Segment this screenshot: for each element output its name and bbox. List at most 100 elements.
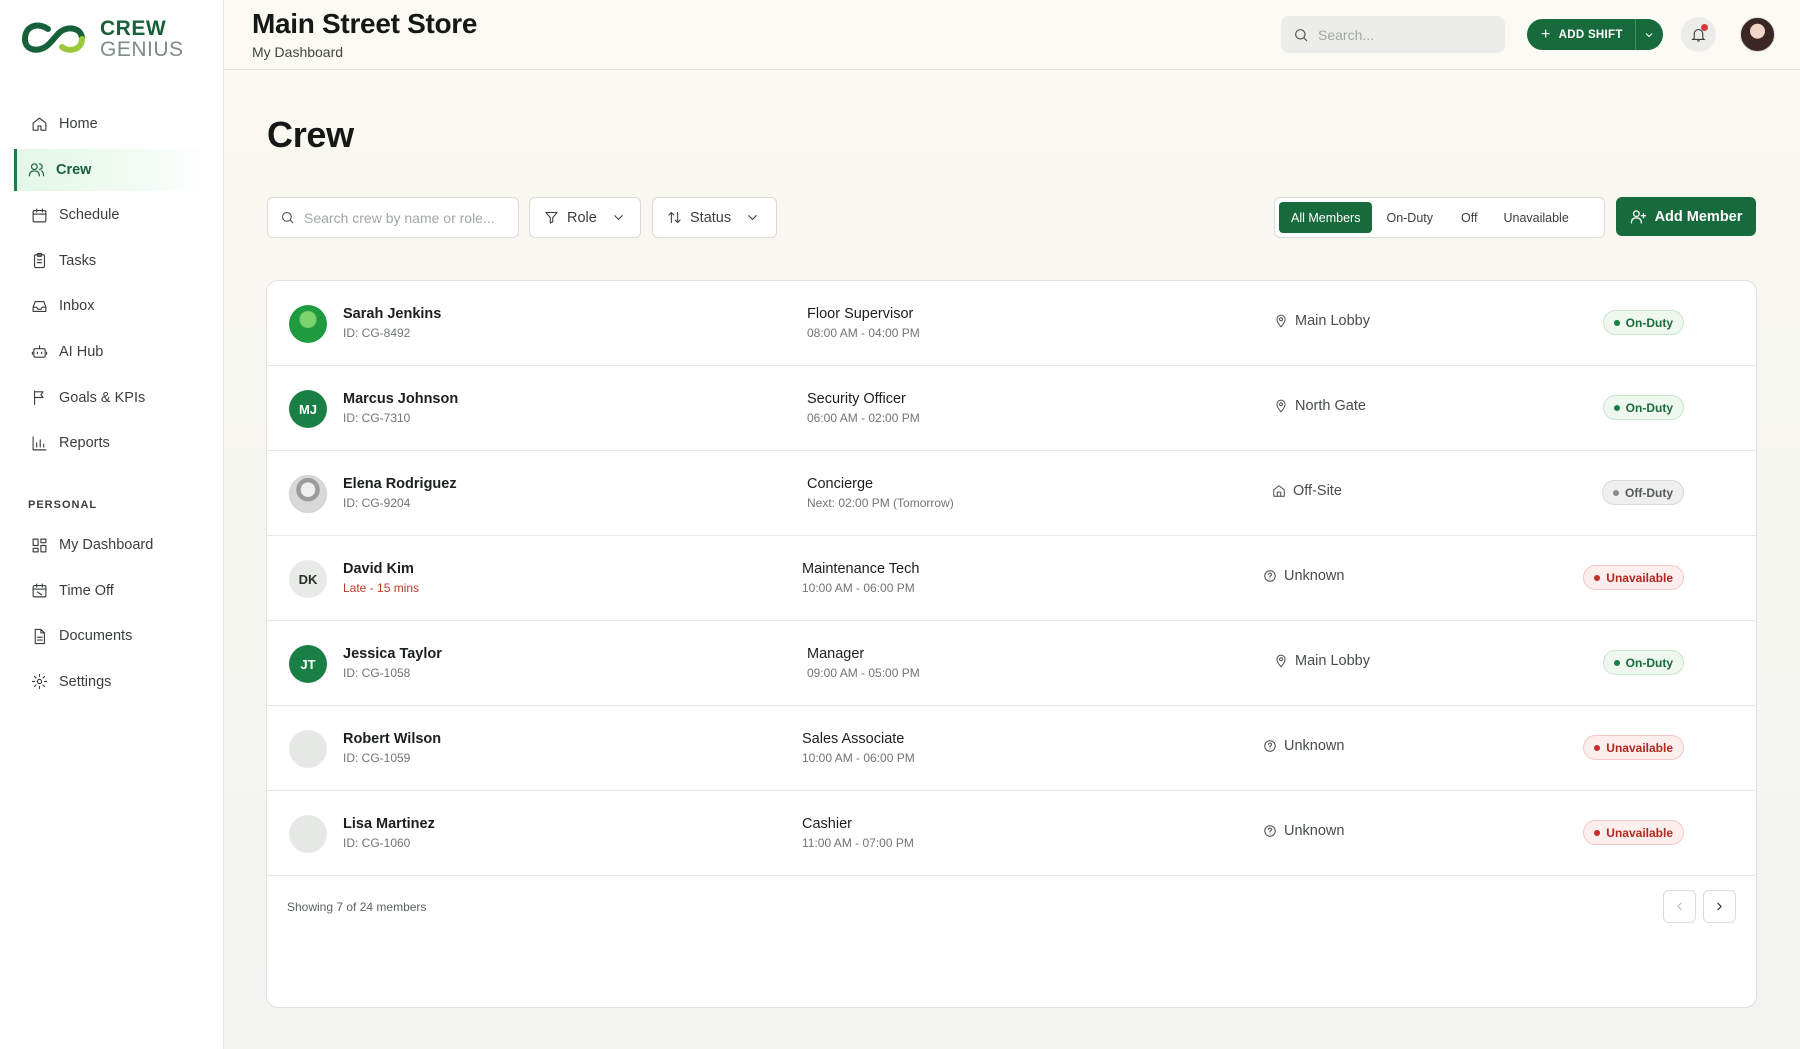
status-badge: On-Duty (1602, 395, 1684, 420)
status-badge: Off-Duty (1602, 480, 1684, 505)
add-member-button[interactable]: Add Member (1616, 197, 1756, 236)
member-role: Security Officer (807, 391, 906, 407)
sidebar-item-my-dashboard[interactable]: My Dashboard (14, 524, 210, 566)
member-location: Main Lobby (1274, 653, 1370, 669)
table-footer: Showing 7 of 24 members (267, 876, 1756, 938)
calendar-icon (32, 208, 47, 223)
avatar (289, 730, 327, 768)
segment-unavailable[interactable]: Unavailable (1491, 202, 1580, 233)
global-search (1281, 16, 1505, 53)
member-name: Elena Rodriguez (343, 476, 457, 492)
member-role: Manager (807, 646, 865, 662)
table-row[interactable]: Sarah Jenkins ID: CG-8492 Floor Supervis… (267, 281, 1756, 366)
global-search-input[interactable] (1318, 26, 1488, 43)
document-icon (34, 628, 46, 644)
crew-search (267, 197, 519, 238)
sidebar-item-label: Time Off (59, 582, 114, 599)
status-badge: Unavailable (1583, 565, 1684, 590)
sidebar-item-label: Settings (59, 673, 112, 690)
status-filter-dropdown[interactable]: Status (652, 197, 777, 238)
top-header: Main Street Store My Dashboard + ADD SHI… (224, 0, 1800, 70)
search-icon (1295, 28, 1308, 41)
sidebar-section-personal: PERSONAL (28, 499, 98, 511)
sidebar-item-documents[interactable]: Documents (14, 615, 210, 657)
page-title: Crew (267, 114, 354, 155)
segment-on-duty[interactable]: On-Duty (1372, 202, 1447, 233)
user-avatar[interactable] (1740, 17, 1775, 52)
avatar (289, 305, 327, 343)
inbox-icon (32, 300, 47, 312)
crew-genius-logo-icon (22, 22, 85, 53)
segment-off[interactable]: Off (1447, 202, 1491, 233)
segment-all-members[interactable]: All Members (1279, 202, 1373, 233)
avatar: MJ (289, 390, 327, 428)
member-location: Main Lobby (1274, 313, 1370, 329)
avatar (289, 815, 327, 853)
sidebar-item-label: Inbox (59, 298, 95, 315)
sidebar-item-reports[interactable]: Reports (14, 422, 210, 464)
sidebar-item-crew[interactable]: Crew (14, 148, 210, 191)
avatar: JT (289, 645, 327, 683)
chevron-right-icon (1717, 902, 1722, 911)
users-icon (28, 163, 45, 177)
member-role: Maintenance Tech (802, 561, 920, 577)
status-badge: On-Duty (1602, 650, 1684, 675)
brand-name-line1: CREW (100, 17, 167, 40)
sidebar-item-tasks[interactable]: Tasks (14, 240, 210, 282)
question-circle-icon (1264, 570, 1276, 582)
notification-dot (1701, 24, 1708, 31)
store-title: Main Street Store (252, 8, 478, 39)
previous-page-button[interactable] (1663, 890, 1696, 923)
chevron-left-icon (1677, 902, 1682, 911)
member-location: Unknown (1263, 738, 1344, 754)
add-shift-label: ADD SHIFT (1558, 28, 1623, 41)
add-member-label: Add Member (1654, 208, 1743, 225)
member-id: ID: CG-1058 (343, 666, 411, 680)
sidebar-item-goals[interactable]: Goals & KPIs (14, 377, 210, 419)
table-row[interactable]: DK David Kim Late - 15 mins Maintenance … (267, 536, 1756, 621)
member-id: ID: CG-1060 (343, 836, 411, 850)
sidebar-item-inbox[interactable]: Inbox (14, 285, 210, 327)
main-content: Crew Role Status All Members On-Duty Off… (224, 70, 1800, 1049)
brand-logo[interactable]: CREW GENIUS (20, 16, 184, 62)
crew-table: Sarah Jenkins ID: CG-8492 Floor Supervis… (266, 280, 1757, 1008)
grid-icon (32, 538, 47, 552)
map-pin-icon (1276, 314, 1286, 328)
add-shift-dropdown-button[interactable] (1634, 19, 1663, 50)
next-page-button[interactable] (1703, 890, 1736, 923)
crew-search-input[interactable] (304, 209, 509, 226)
member-id: ID: CG-8492 (343, 326, 411, 340)
notifications-button[interactable] (1681, 17, 1716, 52)
table-row[interactable]: Robert Wilson ID: CG-1059 Sales Associat… (267, 706, 1756, 791)
sidebar-item-ai-hub[interactable]: AI Hub (14, 331, 210, 373)
chevron-down-icon (614, 215, 623, 220)
role-filter-dropdown[interactable]: Role (529, 197, 641, 238)
question-circle-icon (1264, 740, 1276, 752)
add-shift-button[interactable]: + ADD SHIFT (1527, 19, 1635, 50)
avatar (289, 475, 327, 513)
table-row[interactable]: JT Jessica Taylor ID: CG-1058 Manager 09… (267, 621, 1756, 706)
store-subtitle: My Dashboard (252, 44, 344, 60)
member-id: ID: CG-1059 (343, 751, 411, 765)
status-filter-label: Status (690, 209, 732, 226)
sidebar-personal-nav: My Dashboard Time Off Documents Settings (14, 524, 210, 706)
table-row[interactable]: MJ Marcus Johnson ID: CG-7310 Security O… (267, 366, 1756, 451)
chevron-down-icon (748, 215, 757, 220)
table-row[interactable]: Lisa Martinez ID: CG-1060 Cashier 11:00 … (267, 791, 1756, 876)
table-row[interactable]: Elena Rodriguez ID: CG-9204 Concierge Ne… (267, 451, 1756, 536)
sidebar-item-time-off[interactable]: Time Off (14, 570, 210, 612)
member-name: Jessica Taylor (343, 646, 442, 662)
chevron-down-icon (1645, 32, 1653, 37)
robot-icon (31, 345, 48, 359)
sidebar: CREW GENIUS Home Crew Schedule Tasks Inb… (0, 0, 224, 1049)
home-icon (32, 117, 47, 131)
member-shift-time: Next: 02:00 PM (Tomorrow) (807, 496, 954, 510)
member-name: David Kim (343, 561, 414, 577)
sidebar-item-schedule[interactable]: Schedule (14, 194, 210, 236)
sidebar-item-label: Documents (59, 628, 133, 645)
member-location: North Gate (1274, 398, 1366, 414)
member-shift-time: 08:00 AM - 04:00 PM (807, 326, 920, 340)
sidebar-item-home[interactable]: Home (14, 103, 210, 145)
sidebar-item-settings[interactable]: Settings (14, 661, 210, 703)
member-late-notice: Late - 15 mins (343, 581, 420, 595)
